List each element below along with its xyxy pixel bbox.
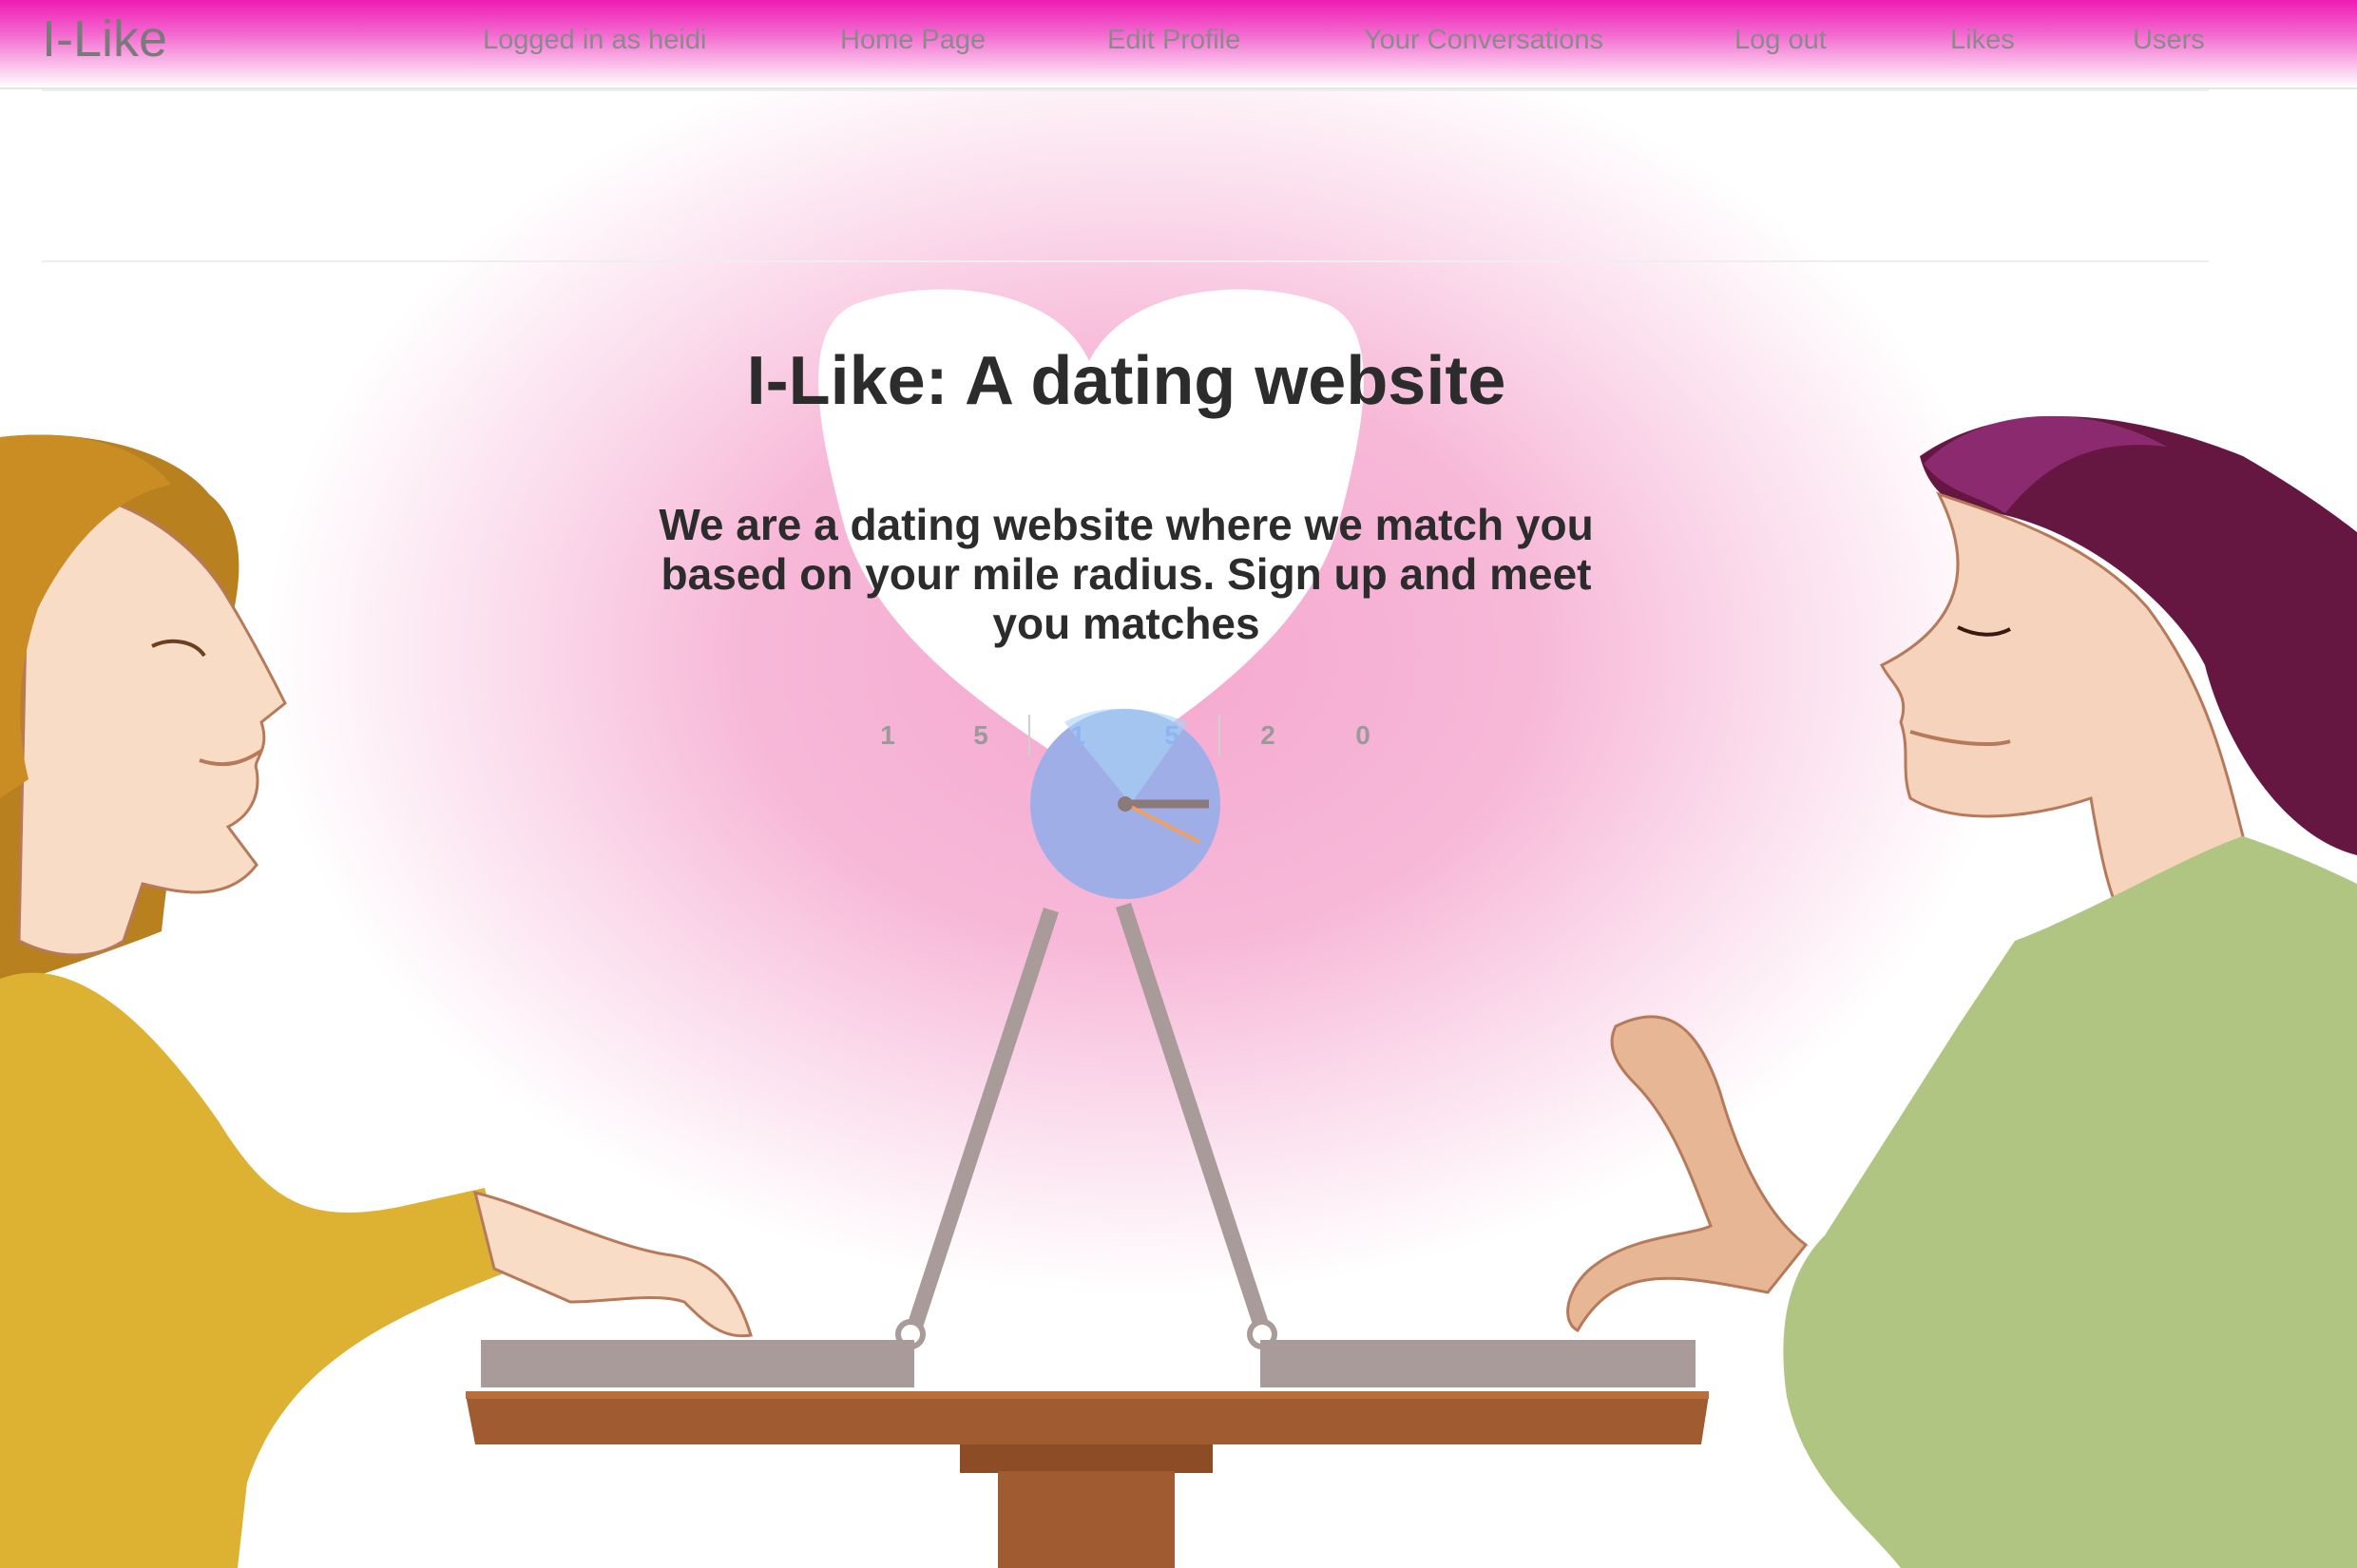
nav-likes[interactable]: Likes xyxy=(1950,25,2015,56)
divider-hero xyxy=(42,260,2209,262)
brand-logo[interactable]: I-Like xyxy=(42,10,167,68)
top-navbar: I-Like Logged in as heidi Home Page Edit… xyxy=(0,0,2357,89)
counter-digit-4: 5 xyxy=(1164,720,1179,750)
counter-separator xyxy=(1218,715,1220,756)
nav-home-page[interactable]: Home Page xyxy=(840,25,986,56)
nav-logged-in-as[interactable]: Logged in as heidi xyxy=(483,25,706,56)
dating-illustration xyxy=(0,289,2357,1568)
counter-separator xyxy=(1028,715,1030,756)
table xyxy=(466,1391,1709,1568)
page-title: I-Like: A dating website xyxy=(746,343,1506,420)
nav-log-out[interactable]: Log out xyxy=(1734,25,1827,56)
counter-digit-3: 1 xyxy=(1070,720,1085,750)
page-subtitle: We are a dating website where we match y… xyxy=(659,500,1594,648)
nav-edit-profile[interactable]: Edit Profile xyxy=(1107,25,1240,56)
nav-users[interactable]: Users xyxy=(2133,25,2205,56)
counter-digit-5: 2 xyxy=(1260,720,1275,750)
laptop-right xyxy=(1116,903,1696,1387)
counter-digit-1: 1 xyxy=(880,720,895,750)
counter-digit-6: 0 xyxy=(1355,720,1370,750)
laptop-left xyxy=(481,908,1059,1387)
counter-digit-2: 5 xyxy=(973,720,988,750)
nav-your-conversations[interactable]: Your Conversations xyxy=(1364,25,1603,56)
divider-top xyxy=(42,89,2209,91)
